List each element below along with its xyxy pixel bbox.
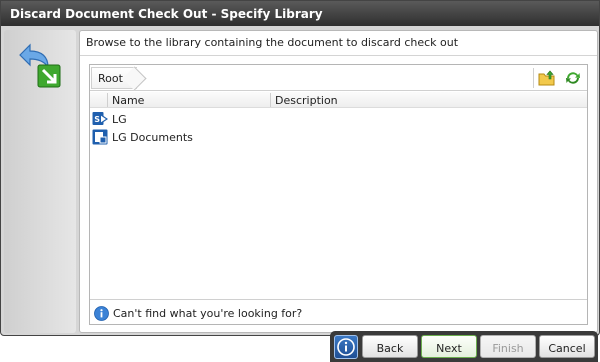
list-item-lg-documents[interactable]: LG Documents — [90, 128, 587, 146]
divider — [80, 55, 597, 56]
column-divider — [107, 93, 108, 107]
dialog-title: Discard Document Check Out - Specify Lib… — [1, 1, 599, 26]
button-bar: Back Next Finish Cancel — [330, 331, 598, 362]
finish-button[interactable]: Finish — [480, 335, 536, 358]
document-library-icon — [92, 129, 108, 145]
wizard-content: Browse to the library containing the doc… — [79, 30, 598, 333]
breadcrumb-root[interactable]: Root — [91, 67, 137, 89]
library-browser: Root Name Description S LG LG Documents … — [89, 64, 588, 325]
list-item-label: LG — [112, 113, 127, 126]
svg-text:S: S — [94, 115, 100, 124]
sharepoint-site-icon: S — [92, 112, 108, 125]
instruction-text: Browse to the library containing the doc… — [86, 36, 459, 49]
help-link-label: Can't find what you're looking for? — [113, 307, 303, 320]
dialog-window: Discard Document Check Out - Specify Lib… — [0, 0, 600, 336]
discard-checkout-icon — [19, 43, 61, 88]
list-item-label: LG Documents — [112, 131, 193, 144]
browser-toolbar: Root — [90, 65, 587, 91]
up-folder-icon[interactable] — [538, 69, 556, 87]
cancel-button[interactable]: Cancel — [539, 335, 595, 358]
column-divider — [270, 93, 271, 107]
wizard-side-panel — [4, 30, 76, 333]
back-button[interactable]: Back — [362, 335, 418, 358]
info-icon — [337, 338, 355, 356]
list-item-lg[interactable]: S LG — [90, 110, 587, 128]
divider — [90, 299, 587, 300]
column-description-header[interactable]: Description — [275, 94, 338, 107]
refresh-icon[interactable] — [564, 69, 582, 87]
next-button[interactable]: Next — [421, 335, 477, 358]
column-name-header[interactable]: Name — [112, 94, 144, 107]
info-icon — [94, 306, 109, 321]
toolbar-divider — [533, 68, 534, 88]
info-button[interactable] — [334, 335, 358, 359]
column-header: Name Description — [90, 92, 587, 108]
